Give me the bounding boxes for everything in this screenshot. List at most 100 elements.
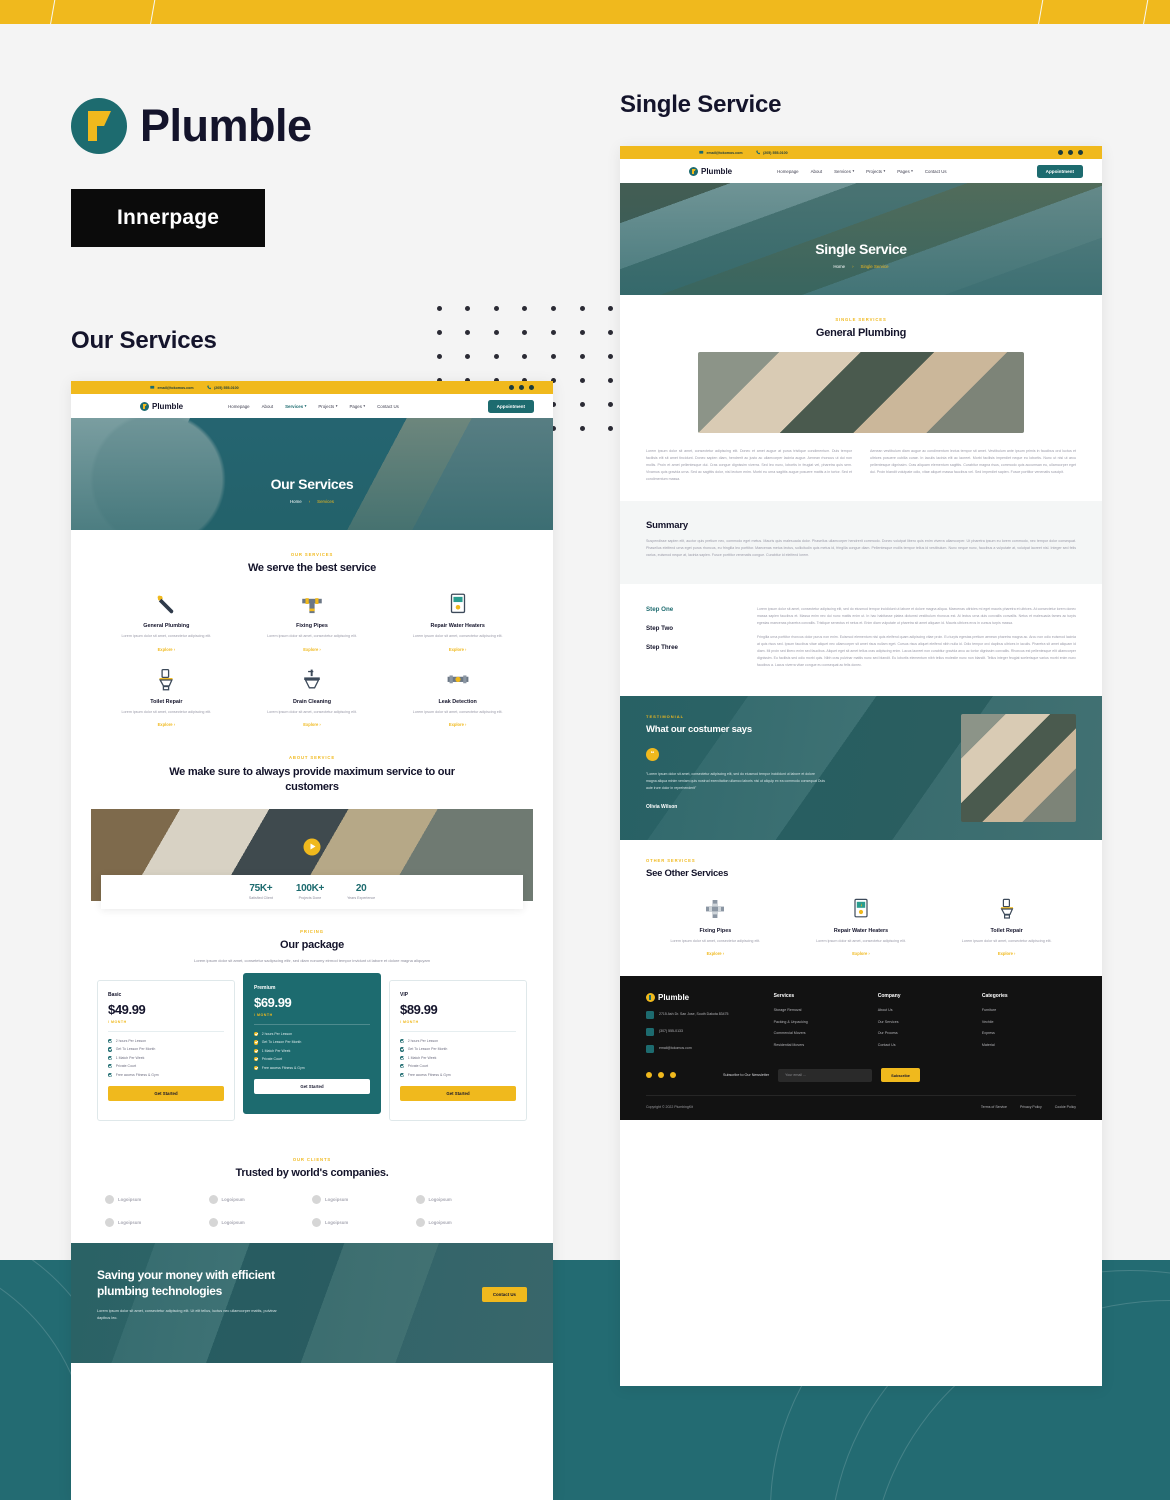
topbar-phone[interactable]: (205) 555-0100 (206, 385, 239, 390)
water-heater-icon (395, 590, 520, 618)
explore-link[interactable]: Explore › (250, 722, 375, 727)
nav-item-homepage[interactable]: Homepage (228, 404, 249, 409)
explore-link[interactable]: Explore › (104, 647, 229, 652)
privacy-link[interactable]: Privacy Policy (1020, 1105, 1042, 1109)
topbar-phone[interactable]: (205) 555-0100 (755, 150, 788, 155)
leak-icon (395, 666, 520, 694)
service-card[interactable]: Drain Cleaning Lorem ipsum dolor sit ame… (243, 666, 382, 727)
nav-item-contact-us[interactable]: Contact Us (377, 404, 399, 409)
service-card[interactable]: Repair Water Heaters Lorem ipsum dolor s… (388, 590, 527, 652)
service-card[interactable]: Leak Detection Lorem ipsum dolor sit ame… (388, 666, 527, 727)
pricing-card-premium[interactable]: Premium $69.99 / MONTH 2 hours Per Lesso… (243, 973, 381, 1114)
instagram-icon[interactable] (658, 1072, 664, 1079)
nav-item-projects[interactable]: Projects ▾ (318, 404, 337, 409)
check-icon (108, 1047, 113, 1052)
nav-item-about[interactable]: About (811, 169, 822, 174)
subscribe-button[interactable]: Subscribe (881, 1068, 920, 1083)
footer-link[interactable]: Packing & Unpacking (774, 1020, 868, 1024)
twitter-icon[interactable] (519, 385, 524, 390)
check-icon (254, 1040, 259, 1045)
contact-us-button[interactable]: Contact Us (481, 1286, 527, 1302)
footer-phone[interactable]: (307) 555-0133 (646, 1028, 764, 1037)
phone-icon (646, 1028, 654, 1037)
step-tab-two[interactable]: Step Two (646, 625, 741, 632)
footer-link[interactable]: Storage Removal (774, 1008, 868, 1012)
footer-link[interactable]: Residential Movers (774, 1043, 868, 1047)
nav-item-homepage[interactable]: Homepage (777, 169, 798, 174)
nav-item-contact-us[interactable]: Contact Us (925, 169, 947, 174)
logoipsum-icon (312, 1194, 321, 1204)
nav-logo[interactable]: Plumble (140, 401, 183, 411)
topbar-email[interactable]: email@tokomos.com (699, 150, 743, 155)
brand-logo: Plumble (71, 98, 312, 154)
footer-email[interactable]: email@tokomos.com (646, 1045, 764, 1054)
nav-item-services[interactable]: Services ▾ (834, 169, 854, 174)
quote-icon: “ (646, 747, 659, 761)
facebook-icon[interactable] (509, 385, 514, 390)
service-card[interactable]: Toilet Repair Lorem ipsum dolor sit amet… (97, 666, 236, 727)
get-started-button[interactable]: Get Started (400, 1085, 516, 1101)
get-started-button[interactable]: Get Started (108, 1085, 224, 1101)
breadcrumb-home[interactable]: Home (290, 499, 302, 504)
our-services-page-mockup: email@tokomos.com (205) 555-0100 Plumble… (71, 381, 553, 1500)
footer-col-services: Services Storage Removal Packing & Unpac… (774, 993, 868, 1054)
service-desc: Lorem ipsum dolor sit amet, consectetur … (412, 634, 503, 638)
nav-item-pages[interactable]: Pages ▾ (349, 404, 365, 409)
footer: Plumble 2715 Ash Dr. San Jose, South Dak… (620, 976, 1102, 1121)
twitter-icon[interactable] (670, 1072, 676, 1079)
plan-feature: 1 Match Per Week (108, 1055, 224, 1060)
brand-name: Plumble (140, 100, 312, 151)
footer-link[interactable]: About Us (878, 1008, 972, 1012)
footer-link[interactable]: Vechile (982, 1020, 1076, 1024)
service-card[interactable]: Toilet Repair Lorem ipsum dolor sit amet… (937, 895, 1076, 956)
step-tab-three[interactable]: Step Three (646, 644, 741, 651)
appointment-button[interactable]: Appointment (1036, 164, 1083, 178)
nav-logo[interactable]: Plumble (689, 166, 732, 176)
toilet-icon (104, 666, 229, 694)
youtube-icon[interactable] (1078, 150, 1083, 155)
topbar-email[interactable]: email@tokomos.com (150, 385, 194, 390)
footer-link[interactable]: Contact Us (878, 1043, 972, 1047)
service-card[interactable]: Repair Water Heaters Lorem ipsum dolor s… (792, 895, 931, 956)
service-card[interactable]: Fixing Pipes Lorem ipsum dolor sit amet,… (243, 590, 382, 652)
pricing-card-basic[interactable]: Basic $49.99 / MONTH 2 hours Per Lesson … (97, 980, 235, 1121)
footer-link[interactable]: Material (982, 1043, 1076, 1047)
stat-item: 75K+ Satisfied Client (249, 883, 273, 900)
explore-link[interactable]: Explore › (395, 722, 520, 727)
appointment-button[interactable]: Appointment (487, 399, 534, 413)
footer-logo[interactable]: Plumble (646, 993, 764, 1003)
terms-link[interactable]: Terms of Service (981, 1105, 1007, 1109)
cookie-link[interactable]: Cookie Policy (1055, 1105, 1076, 1109)
footer-link[interactable]: Our Process (878, 1031, 972, 1035)
footer-link[interactable]: Furniture (982, 1008, 1076, 1012)
breadcrumb-home[interactable]: Home (833, 264, 845, 269)
facebook-icon[interactable] (646, 1072, 652, 1079)
newsletter-input[interactable]: Your email ... (778, 1068, 873, 1082)
explore-link[interactable]: Explore › (944, 951, 1069, 956)
pricing-card-vip[interactable]: VIP $89.99 / MONTH 2 hours Per Lesson Ge… (389, 980, 527, 1121)
explore-link[interactable]: Explore › (799, 951, 924, 956)
toilet-icon (944, 895, 1069, 923)
explore-link[interactable]: Explore › (250, 647, 375, 652)
service-card[interactable]: General Plumbing Lorem ipsum dolor sit a… (97, 590, 236, 652)
footer-link[interactable]: Commercial Movers (774, 1031, 868, 1035)
explore-link[interactable]: Explore › (395, 647, 520, 652)
twitter-icon[interactable] (1068, 150, 1073, 155)
nav-item-pages[interactable]: Pages ▾ (897, 169, 913, 174)
explore-link[interactable]: Explore › (653, 951, 778, 956)
youtube-icon[interactable] (529, 385, 534, 390)
get-started-button[interactable]: Get Started (254, 1078, 370, 1094)
facebook-icon[interactable] (1058, 150, 1063, 155)
play-button-icon[interactable] (303, 838, 321, 856)
chevron-down-icon: ▾ (335, 404, 338, 408)
step-tab-one[interactable]: Step One (646, 606, 741, 613)
explore-link[interactable]: Explore › (104, 722, 229, 727)
client-logo: Logoipsum (312, 1217, 416, 1227)
nav-menu: Homepage About Services ▾ Projects ▾ Pages… (777, 169, 946, 174)
nav-item-about[interactable]: About (262, 404, 273, 409)
footer-link[interactable]: Express (982, 1031, 1076, 1035)
service-card[interactable]: Fixing Pipes Lorem ipsum dolor sit amet,… (646, 895, 785, 956)
footer-link[interactable]: Our Services (878, 1020, 972, 1024)
nav-item-projects[interactable]: Projects ▾ (866, 169, 885, 174)
nav-item-services[interactable]: Services ▾ (285, 404, 306, 409)
